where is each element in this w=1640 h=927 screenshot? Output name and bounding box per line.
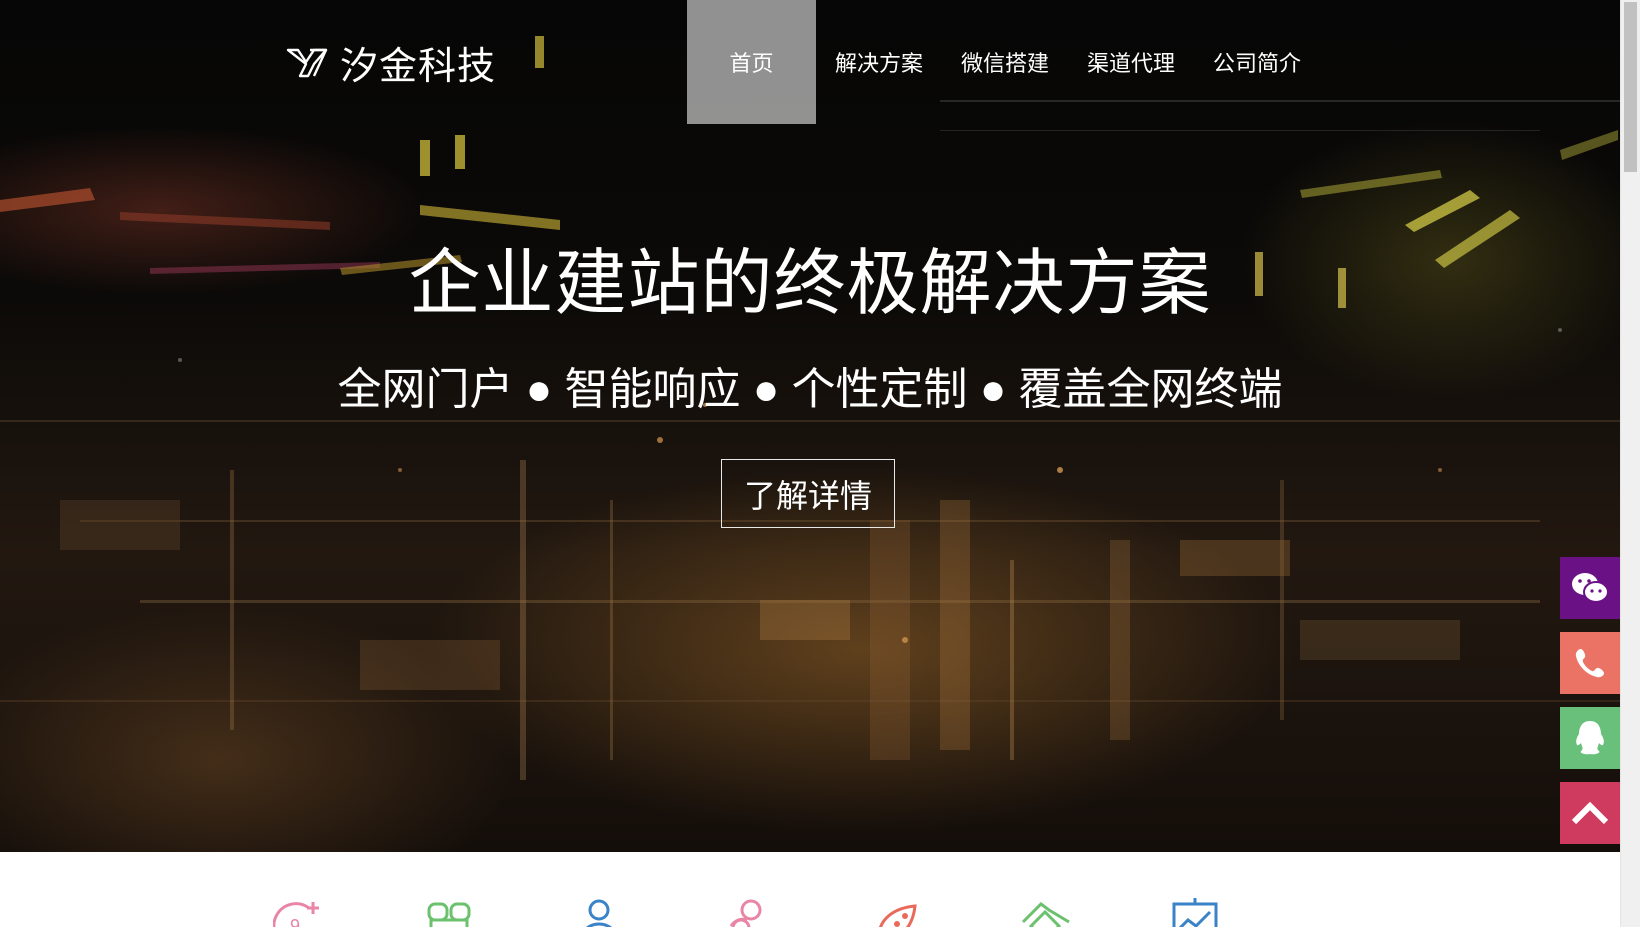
brand-logo[interactable]: 汐金科技 bbox=[286, 36, 496, 88]
hot-plus-icon: 9 bbox=[273, 902, 319, 927]
hero-background-image bbox=[0, 36, 1620, 780]
nav-item-home[interactable]: 首页 bbox=[687, 0, 816, 124]
hero-subtitle: 全网门户 ● 智能响应 ● 个性定制 ● 覆盖全网终端 bbox=[337, 365, 1283, 414]
svg-text:9: 9 bbox=[290, 916, 300, 927]
wechat-button[interactable] bbox=[1560, 557, 1620, 619]
nav-item-solutions[interactable]: 解决方案 bbox=[816, 0, 942, 124]
page: 汐金科技 首页 解决方案 微信搭建 渠道代理 公司简介 企业建站的终极解决方案 … bbox=[0, 0, 1640, 927]
features-section: 9 bbox=[0, 852, 1620, 927]
page-scrollbar[interactable] bbox=[1620, 0, 1640, 927]
rocket-icon bbox=[879, 904, 917, 927]
brand-name: 汐金科技 bbox=[340, 45, 497, 88]
nav-item-label: 公司简介 bbox=[1213, 51, 1302, 76]
nav-item-label: 首页 bbox=[729, 51, 774, 76]
handshake-icon bbox=[1021, 902, 1070, 927]
hero-banner: 汐金科技 首页 解决方案 微信搭建 渠道代理 公司简介 企业建站的终极解决方案 … bbox=[0, 0, 1620, 852]
nav-item-label: 解决方案 bbox=[835, 51, 924, 76]
xj-logo-icon bbox=[286, 48, 328, 78]
qq-button[interactable] bbox=[1560, 707, 1620, 769]
back-to-top-icon bbox=[1571, 801, 1609, 825]
analytics-icon bbox=[1172, 898, 1218, 927]
nav-item-wechat-build[interactable]: 微信搭建 bbox=[942, 0, 1068, 124]
package-icon bbox=[427, 902, 471, 927]
phone-icon bbox=[1575, 649, 1604, 678]
wechat-icon bbox=[1572, 573, 1609, 603]
back-to-top-button[interactable] bbox=[1560, 782, 1620, 844]
phone-button[interactable] bbox=[1560, 632, 1620, 694]
nav-item-about[interactable]: 公司简介 bbox=[1194, 0, 1320, 124]
nav-item-label: 微信搭建 bbox=[961, 51, 1050, 76]
group-icon bbox=[729, 899, 762, 927]
nav-item-channel-agent[interactable]: 渠道代理 bbox=[1068, 0, 1194, 124]
nav-item-label: 渠道代理 bbox=[1087, 51, 1176, 76]
main-nav: 首页 解决方案 微信搭建 渠道代理 公司简介 bbox=[687, 0, 1320, 124]
scrollbar-thumb[interactable] bbox=[1624, 2, 1637, 172]
qq-icon bbox=[1576, 721, 1604, 755]
hero-title: 企业建站的终极解决方案 bbox=[408, 244, 1212, 324]
learn-more-button[interactable]: 了解详情 bbox=[721, 459, 895, 528]
user-icon bbox=[585, 899, 613, 927]
